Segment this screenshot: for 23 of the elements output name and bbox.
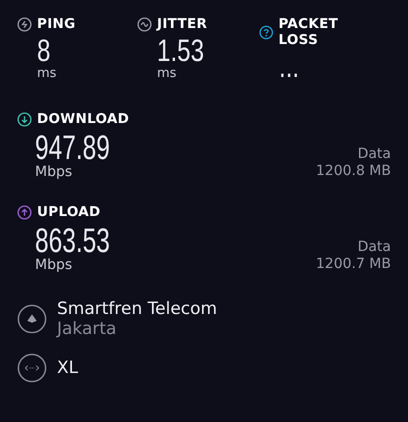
speed-unit: Mbps bbox=[35, 165, 74, 180]
data-amount: 1200.7 MB bbox=[316, 256, 391, 273]
data-label: Data bbox=[358, 239, 391, 256]
server-name: Smartfren Telecom bbox=[57, 299, 218, 319]
provider-name: XL bbox=[57, 358, 78, 378]
server-icon bbox=[17, 304, 47, 334]
metric-label: PING bbox=[37, 16, 76, 32]
metric-unit: ms bbox=[37, 66, 56, 81]
server-location: Jakarta bbox=[57, 319, 118, 339]
speed-value: 947.89 bbox=[35, 131, 110, 165]
speed-label: DOWNLOAD bbox=[37, 111, 130, 127]
speed-value: 863.53 bbox=[35, 224, 110, 258]
metric-value: 1.53 bbox=[157, 35, 204, 67]
metric-label: JITTER bbox=[157, 16, 208, 32]
metric-value: 8 bbox=[37, 35, 50, 67]
metric-label: PACKET LOSS bbox=[278, 16, 340, 48]
speed-label: UPLOAD bbox=[37, 204, 101, 220]
data-amount: 1200.8 MB bbox=[316, 163, 391, 180]
speed-unit: Mbps bbox=[35, 258, 74, 273]
data-label: Data bbox=[358, 146, 391, 163]
provider-icon bbox=[17, 353, 47, 383]
metric-value: ... bbox=[279, 51, 300, 83]
metric-unit: ms bbox=[157, 66, 176, 81]
